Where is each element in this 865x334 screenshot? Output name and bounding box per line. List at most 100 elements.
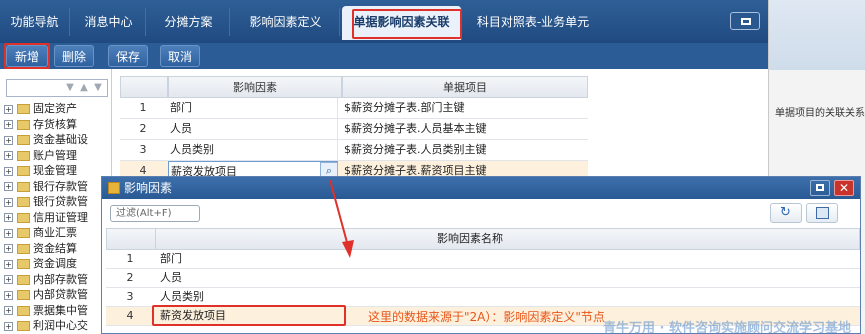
folder-icon (17, 150, 30, 161)
dialog-header: 影响因素 ✕ (102, 177, 860, 199)
settings-button[interactable] (806, 203, 838, 223)
expand-icon[interactable]: + (4, 151, 13, 160)
expand-icon[interactable]: + (4, 321, 13, 331)
dialog-title: 影响因素 (124, 181, 173, 195)
tab-subject-mapping[interactable]: 科目对照表-业务单元 (466, 8, 600, 36)
watermark: 青牛万用 · 软件咨询实施顾问交流学习基地 (603, 321, 851, 334)
expand-icon[interactable]: + (4, 135, 13, 145)
list-item[interactable]: 1 部门 (106, 250, 860, 269)
expand-icon[interactable]: + (4, 120, 13, 129)
grid-header-item: 单据项目 (342, 76, 588, 98)
expand-icon[interactable]: + (4, 182, 13, 191)
arrow-up-icon[interactable]: ▲ (77, 81, 91, 95)
tree-item[interactable]: + 账户管理 (4, 148, 77, 164)
toolbar: 新增 删除 保存 取消 (0, 43, 768, 69)
expand-icon[interactable]: + (4, 259, 13, 269)
tree-item-label: 票据集中管 (33, 303, 88, 317)
tree-item-label: 现金管理 (33, 164, 77, 177)
arrow-head (342, 240, 354, 258)
arrow-line (329, 180, 349, 247)
close-button[interactable]: ✕ (834, 180, 854, 196)
folder-icon (17, 305, 30, 316)
tree-item[interactable]: + 现金管理 (4, 163, 77, 179)
tree-item-label: 银行贷款管 (33, 195, 88, 208)
list-item[interactable]: 2 人员 (106, 269, 860, 288)
tab-function-nav[interactable]: 功能导航 (0, 8, 70, 36)
arrow-down-icon[interactable]: ▼ (91, 81, 105, 95)
expand-icon[interactable]: + (4, 228, 13, 238)
tree-item[interactable]: + 银行贷款管 (4, 194, 88, 210)
tree-item[interactable]: + 内部贷款管 (4, 287, 88, 303)
refresh-button[interactable]: ↻ (770, 203, 802, 223)
highlight-active-tab (352, 9, 462, 39)
dialog-grid-header: 影响因素名称 (106, 228, 860, 250)
tree-item[interactable]: + 信用证管理 (4, 210, 88, 226)
tree-search-input[interactable]: ▼ ▲ ▼ (6, 79, 108, 97)
restore-button[interactable] (810, 180, 830, 196)
tree-item-label: 银行存款管 (33, 179, 88, 193)
expand-icon[interactable]: + (4, 104, 13, 114)
expand-icon[interactable]: + (4, 306, 13, 315)
tree-item[interactable]: + 资金调度 (4, 256, 77, 272)
tree-item-label: 利润中心交 (33, 319, 88, 332)
folder-icon (17, 119, 30, 130)
tree-item[interactable]: + 内部存款管 (4, 272, 88, 288)
folder-icon (17, 259, 30, 269)
highlight-add-button (4, 43, 50, 69)
dialog-col-header: 影响因素名称 (437, 232, 503, 245)
tree-item-label: 存货核算 (33, 117, 77, 131)
tree-item[interactable]: + 票据集中管 (4, 303, 88, 319)
filter-input[interactable]: 过滤(Alt+F) (110, 205, 200, 222)
tree-item[interactable]: + 利润中心交 (4, 318, 88, 334)
tree-item-label: 固定资产 (33, 102, 77, 115)
expand-icon[interactable]: + (4, 213, 13, 222)
table-row[interactable]: 2 人员 $薪资分摊子表.人员基本主键 (120, 119, 588, 140)
cancel-button[interactable]: 取消 (160, 45, 200, 67)
highlight-dialog-row (152, 305, 346, 326)
tree-item[interactable]: + 商业汇票 (4, 225, 77, 241)
tree-item[interactable]: + 银行存款管 (4, 179, 88, 195)
tree-item-label: 资金结算 (33, 241, 77, 255)
tree-item-label: 账户管理 (33, 148, 77, 162)
folder-icon (17, 243, 30, 254)
tree-item-label: 资金调度 (33, 257, 77, 270)
tab-message-center[interactable]: 消息中心 (72, 8, 146, 36)
table-row[interactable]: 1 部门 $薪资分摊子表.部门主键 (120, 98, 588, 119)
folder-icon (17, 321, 30, 331)
refresh-icon: ↻ (780, 205, 791, 220)
maximize-icon (741, 18, 751, 25)
grid-header-rownum (120, 76, 168, 98)
expand-icon[interactable]: + (4, 290, 13, 300)
tree-item[interactable]: + 资金结算 (4, 241, 77, 257)
expand-icon[interactable]: + (4, 166, 13, 176)
settings-icon (816, 207, 829, 219)
folder-icon (17, 197, 30, 207)
arrow-down-icon[interactable]: ▼ (63, 81, 77, 95)
folder-icon (17, 290, 30, 300)
annotation-arrow (329, 180, 354, 258)
expand-icon[interactable]: + (4, 244, 13, 253)
tree-item[interactable]: + 存货核算 (4, 117, 77, 133)
table-row[interactable]: 3 人员类别 $薪资分摊子表.人员类别主键 (120, 140, 588, 161)
right-panel-toolbar (769, 0, 865, 70)
folder-icon (17, 104, 30, 114)
maximize-button[interactable] (730, 12, 760, 30)
tree-item[interactable]: + 固定资产 (4, 101, 77, 117)
delete-button[interactable]: 删除 (54, 45, 94, 67)
tab-factor-definition[interactable]: 影响因素定义 (232, 8, 340, 36)
tab-allocation-plan[interactable]: 分摊方案 (148, 8, 230, 36)
module-tree: ▼ ▲ ▼ + 固定资产 + 存货核算 + 资金基础设 + 账户管理 + 现金管理 + 银行存款管 + 银… (0, 69, 112, 334)
right-panel-text: 单据项目的关联关系 (775, 108, 865, 119)
save-button[interactable]: 保存 (108, 45, 148, 67)
folder-icon (17, 135, 30, 145)
expand-icon[interactable]: + (4, 275, 13, 284)
restore-icon (816, 184, 824, 191)
folder-icon (17, 228, 30, 238)
close-icon: ✕ (838, 181, 850, 195)
grid-header-factor: 影响因素 (168, 76, 342, 98)
tree-item[interactable]: + 资金基础设 (4, 132, 88, 148)
tree-item-label: 内部贷款管 (33, 288, 88, 301)
tree-item-label: 内部存款管 (33, 272, 88, 286)
expand-icon[interactable]: + (4, 197, 13, 207)
divider (155, 229, 156, 249)
